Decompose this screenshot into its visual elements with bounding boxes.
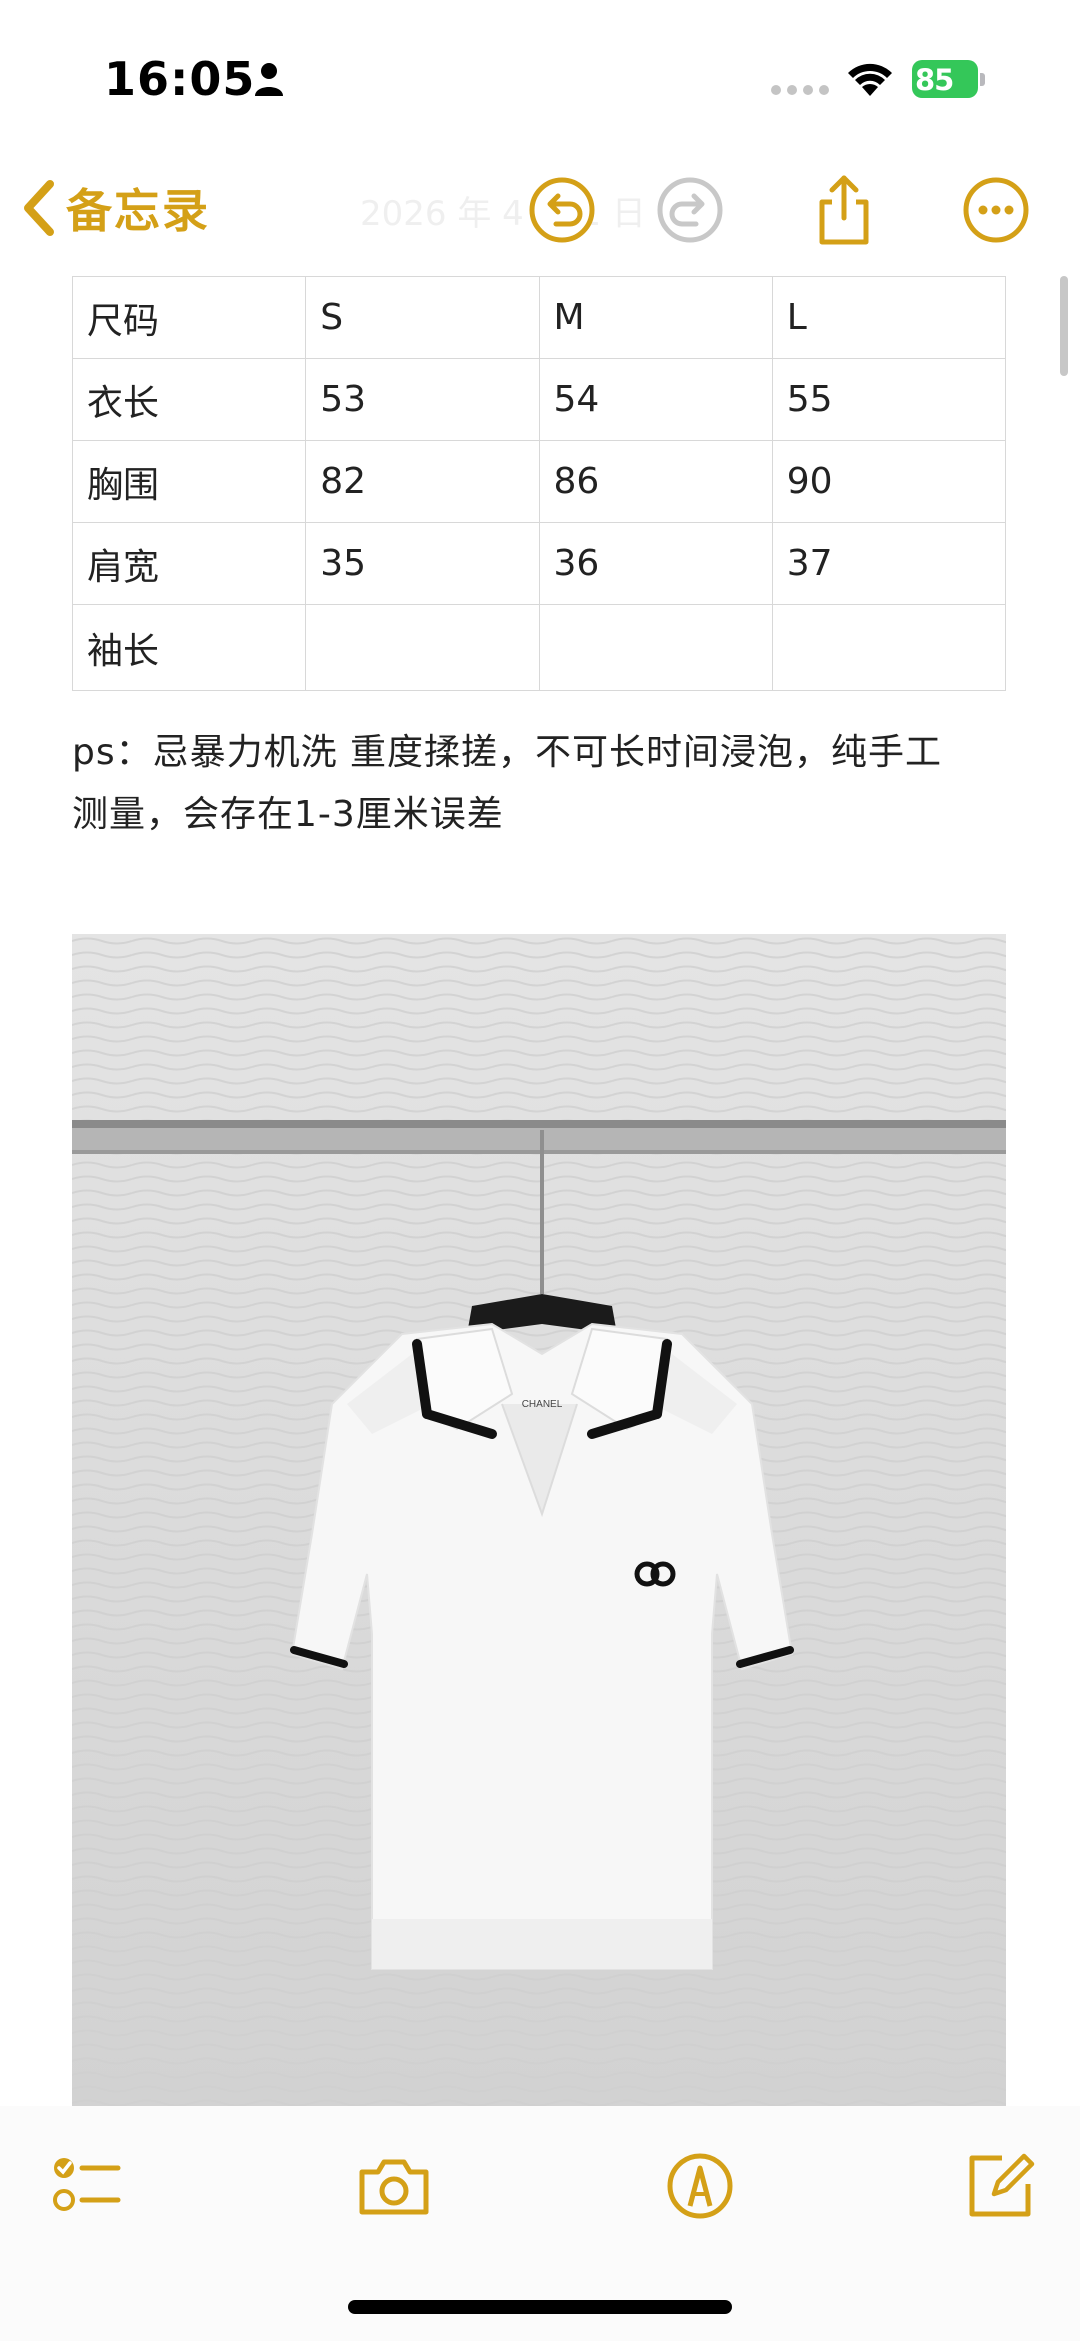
table-cell[interactable]: 53 [305,358,540,441]
table-row: 袖长 [71,604,1007,691]
table-row: 肩宽 35 36 37 [71,522,1007,605]
back-button[interactable]: 备忘录 [20,170,210,246]
home-indicator[interactable] [348,2300,732,2314]
undo-icon[interactable] [524,172,600,248]
back-label: 备忘录 [66,184,210,238]
scroll-indicator[interactable] [1060,276,1068,376]
table-cell[interactable]: 36 [538,522,773,605]
table-cell[interactable] [305,604,540,691]
table-cell[interactable]: 37 [771,522,1007,605]
share-icon[interactable] [806,172,882,248]
checklist-icon[interactable] [48,2148,124,2224]
camera-icon[interactable] [356,2148,432,2224]
more-icon[interactable] [958,172,1034,248]
person-icon [255,63,283,96]
table-row: 尺码 S M L [71,276,1007,359]
battery-cap [980,73,985,86]
table-cell[interactable]: 90 [771,440,1007,523]
status-bar: 16:05 85 [0,0,1080,150]
note-line-2: 测量，会存在1-3厘米误差 [72,794,504,835]
table-row-header-cell[interactable]: 袖长 [71,604,307,691]
table-row-header-cell[interactable]: 衣长 [71,358,307,441]
table-row: 胸围 82 86 90 [71,440,1007,523]
table-cell[interactable]: M [538,276,773,359]
table-cell[interactable]: S [305,276,540,359]
table-row: 衣长 53 54 55 [71,358,1007,441]
brand-tag-text: CHANEL [522,1399,563,1410]
table-cell[interactable]: 54 [538,358,773,441]
compose-icon[interactable] [962,2148,1038,2224]
product-photo[interactable]: CHANEL [72,934,1006,2106]
polo-shirt-image: CHANEL [72,934,1006,2106]
table-row-header-cell[interactable]: 尺码 [71,276,307,359]
table-cell[interactable]: 55 [771,358,1007,441]
table-cell[interactable]: 86 [538,440,773,523]
status-time: 16:05 [104,52,256,106]
note-body-text[interactable]: ps：忌暴力机洗 重度揉搓，不可长时间浸泡，纯手工 测量，会存在1-3厘米误差 [72,722,1012,846]
navigation-bar: 备忘录 2026 年 4 月 1 日 [0,160,1080,260]
table-cell[interactable] [538,604,773,691]
table-cell[interactable] [771,604,1007,691]
note-date-title: 2026 年 4 月 1 日 [360,194,646,234]
battery-level: 85 [915,63,954,97]
table-cell[interactable]: 82 [305,440,540,523]
table-row-header-cell[interactable]: 胸围 [71,440,307,523]
markup-pen-icon[interactable] [662,2148,738,2224]
table-row-header-cell[interactable]: 肩宽 [71,522,307,605]
size-table: 尺码 S M L 衣长 53 54 55 胸围 82 86 90 肩宽 35 36 37 袖长 [71,276,1007,691]
battery-indicator: 85 [912,60,986,100]
table-cell[interactable]: L [771,276,1007,359]
table-cell[interactable]: 35 [305,522,540,605]
chevron-left-icon [24,180,54,236]
cellular-signal-icon [771,85,829,95]
battery-body: 85 [912,60,978,98]
redo-icon[interactable] [652,172,728,248]
note-line-1: ps：忌暴力机洗 重度揉搓，不可长时间浸泡，纯手工 [72,732,943,773]
wifi-icon [848,63,892,96]
